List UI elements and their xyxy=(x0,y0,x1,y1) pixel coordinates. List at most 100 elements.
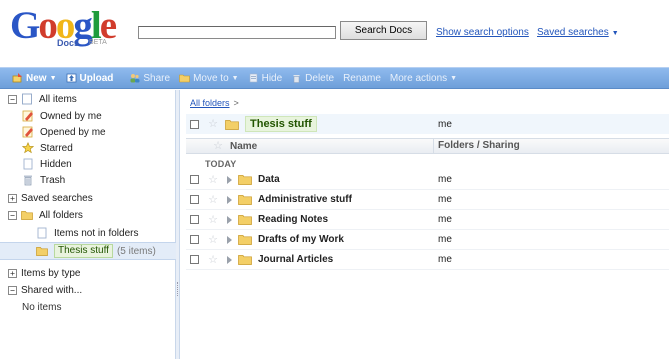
breadcrumb-all-folders-link[interactable]: All folders xyxy=(190,98,230,108)
expand-arrow-icon[interactable] xyxy=(227,215,232,224)
star-column-icon[interactable]: ☆ xyxy=(212,140,224,152)
group-label-today: TODAY xyxy=(205,159,237,169)
rename-button[interactable]: Rename xyxy=(343,73,381,84)
new-document-icon xyxy=(12,73,22,83)
current-folder-title: Thesis stuff xyxy=(245,116,317,132)
nav-items-by-type-label: Items by type xyxy=(21,267,81,279)
star-icon[interactable]: ☆ xyxy=(207,174,219,186)
google-docs-logo[interactable]: Google Docs BETA xyxy=(10,6,130,50)
collapse-icon[interactable]: − xyxy=(8,210,17,220)
folder-checkbox[interactable] xyxy=(190,119,199,129)
nav-starred-label: Starred xyxy=(40,142,73,154)
star-icon xyxy=(22,142,34,154)
document-icon xyxy=(37,227,47,239)
row-owner: me xyxy=(438,254,452,265)
folder-icon xyxy=(179,74,190,83)
pencil-document-icon xyxy=(22,110,33,122)
logo-beta-label: BETA xyxy=(89,39,107,46)
nav-hidden[interactable]: Hidden xyxy=(22,156,198,172)
row-name[interactable]: Reading Notes xyxy=(258,214,328,225)
expand-arrow-icon[interactable] xyxy=(227,175,232,184)
row-checkbox[interactable] xyxy=(190,175,199,184)
collapse-icon[interactable]: − xyxy=(8,285,17,295)
hide-icon xyxy=(249,73,257,83)
search-input[interactable] xyxy=(138,26,336,39)
nav-starred[interactable]: Starred xyxy=(22,140,198,156)
folder-icon xyxy=(238,195,252,205)
saved-searches-label: Saved searches xyxy=(537,27,609,38)
rename-button-label: Rename xyxy=(343,72,381,84)
row-name[interactable]: Journal Articles xyxy=(258,254,333,265)
nav-items-not-in-folders-label: Items not in folders xyxy=(54,227,139,239)
chevron-down-icon: ▼ xyxy=(611,30,619,37)
nav-saved-searches[interactable]: + Saved searches xyxy=(8,190,184,206)
column-header: ☆ Name Folders / Sharing xyxy=(186,138,669,154)
share-button[interactable]: Share xyxy=(129,73,170,84)
folder-icon xyxy=(238,215,252,225)
row-checkbox[interactable] xyxy=(190,255,199,264)
splitter-grip-icon[interactable] xyxy=(177,282,179,296)
star-icon[interactable]: ☆ xyxy=(207,234,219,246)
logo-letter: o xyxy=(38,4,57,47)
expand-icon[interactable]: + xyxy=(8,268,17,278)
expand-arrow-icon[interactable] xyxy=(227,235,232,244)
nav-trash[interactable]: Trash xyxy=(22,172,198,188)
nav-shared-with[interactable]: − Shared with... xyxy=(8,282,184,298)
star-icon[interactable]: ☆ xyxy=(207,194,219,206)
current-folder-header: ☆ Thesis stuff me xyxy=(186,114,669,134)
row-name[interactable]: Data xyxy=(258,174,280,185)
move-to-button[interactable]: Move to ▼ xyxy=(179,73,239,84)
upload-button[interactable]: Upload xyxy=(66,73,113,84)
row-owner: me xyxy=(438,214,452,225)
expand-arrow-icon[interactable] xyxy=(227,255,232,264)
header: Google Docs BETA Search Docs Show search… xyxy=(0,0,669,60)
share-button-label: Share xyxy=(143,72,171,84)
row-checkbox[interactable] xyxy=(190,235,199,244)
expand-arrow-icon[interactable] xyxy=(227,195,232,204)
table-row[interactable]: ☆ Data me xyxy=(186,170,669,190)
table-row[interactable]: ☆ Drafts of my Work me xyxy=(186,230,669,250)
search-docs-button[interactable]: Search Docs xyxy=(340,21,427,40)
nav-items-by-type[interactable]: + Items by type xyxy=(8,265,184,281)
nav-saved-searches-label: Saved searches xyxy=(21,192,93,204)
folder-icon xyxy=(36,247,48,256)
saved-searches-link[interactable]: Saved searches ▼ xyxy=(537,27,619,38)
star-icon[interactable]: ☆ xyxy=(207,214,219,226)
column-name-header[interactable]: Name xyxy=(230,141,257,152)
nav-hidden-label: Hidden xyxy=(40,158,72,170)
table-row[interactable]: ☆ Reading Notes me xyxy=(186,210,669,230)
row-name[interactable]: Drafts of my Work xyxy=(258,234,344,245)
nav-folder-thesis-stuff[interactable]: Thesis stuff (5 items) xyxy=(0,242,176,260)
left-navigation: − All items Owned by me Opened by me Sta… xyxy=(0,90,176,359)
row-owner: me xyxy=(438,234,452,245)
nav-opened-by-me[interactable]: Opened by me xyxy=(22,124,198,140)
nav-all-folders[interactable]: − All folders xyxy=(8,207,184,223)
nav-thesis-stuff-label: Thesis stuff xyxy=(54,244,113,258)
star-icon[interactable]: ☆ xyxy=(207,254,219,266)
table-row[interactable]: ☆ Administrative stuff me xyxy=(186,190,669,210)
nav-owned-by-me[interactable]: Owned by me xyxy=(22,108,198,124)
row-checkbox[interactable] xyxy=(190,215,199,224)
toolbar: New ▼ Upload Share Move to ▼ Hide Delete… xyxy=(0,67,669,89)
pane-splitter[interactable] xyxy=(176,90,180,359)
table-row[interactable]: ☆ Journal Articles me xyxy=(186,250,669,270)
logo-letter: G xyxy=(10,4,40,47)
folder-icon xyxy=(225,119,239,130)
collapse-icon[interactable]: − xyxy=(8,94,17,104)
upload-icon xyxy=(66,73,76,83)
delete-button[interactable]: Delete xyxy=(291,73,334,84)
nav-all-items-label: All items xyxy=(39,93,77,105)
expand-icon[interactable]: + xyxy=(8,193,17,203)
row-checkbox[interactable] xyxy=(190,195,199,204)
hide-button[interactable]: Hide xyxy=(248,73,282,84)
show-search-options-link[interactable]: Show search options xyxy=(436,27,529,38)
more-actions-button[interactable]: More actions ▼ xyxy=(390,73,457,84)
logo-docs-label: Docs xyxy=(57,38,80,48)
column-folders-sharing-header[interactable]: Folders / Sharing xyxy=(433,139,520,154)
star-icon[interactable]: ☆ xyxy=(207,118,219,130)
breadcrumb: All folders > xyxy=(190,98,239,108)
new-button[interactable]: New ▼ xyxy=(12,73,57,84)
row-name[interactable]: Administrative stuff xyxy=(258,194,352,205)
chevron-down-icon: ▼ xyxy=(450,74,458,82)
nav-all-items[interactable]: − All items xyxy=(8,91,184,107)
